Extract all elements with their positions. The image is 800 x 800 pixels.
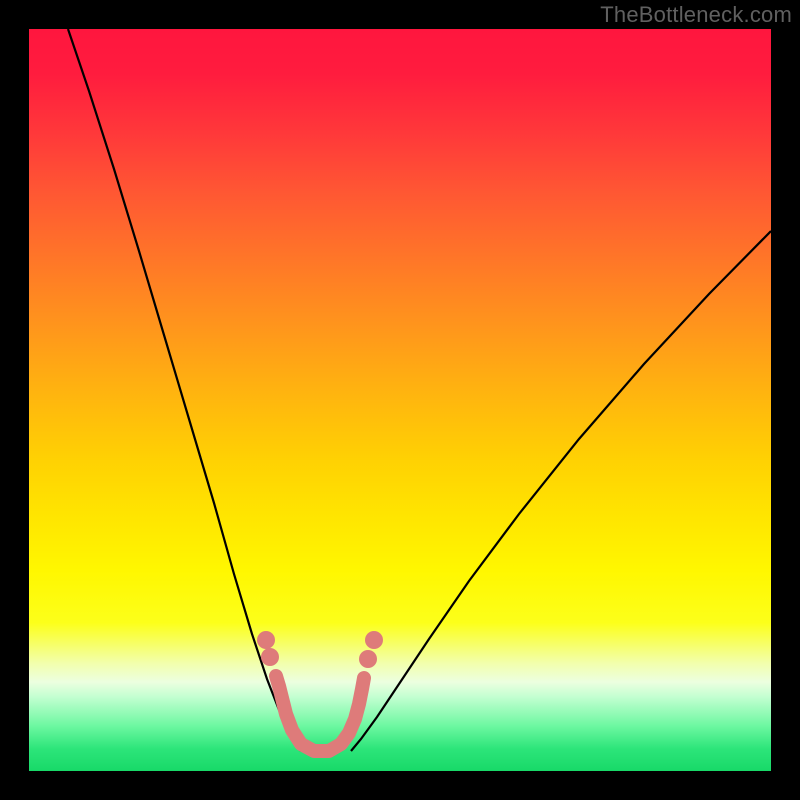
series-container (68, 29, 771, 751)
right-bead-1 (359, 650, 377, 668)
watermark-text: TheBottleneck.com (600, 2, 792, 28)
left-bead-2 (257, 631, 275, 649)
right-bead-2 (365, 631, 383, 649)
bottom-marker-loop (276, 676, 364, 751)
right-curve (351, 231, 771, 751)
left-bead-1 (261, 648, 279, 666)
chart-svg (29, 29, 771, 771)
chart-frame: TheBottleneck.com (0, 0, 800, 800)
plot-area (29, 29, 771, 771)
